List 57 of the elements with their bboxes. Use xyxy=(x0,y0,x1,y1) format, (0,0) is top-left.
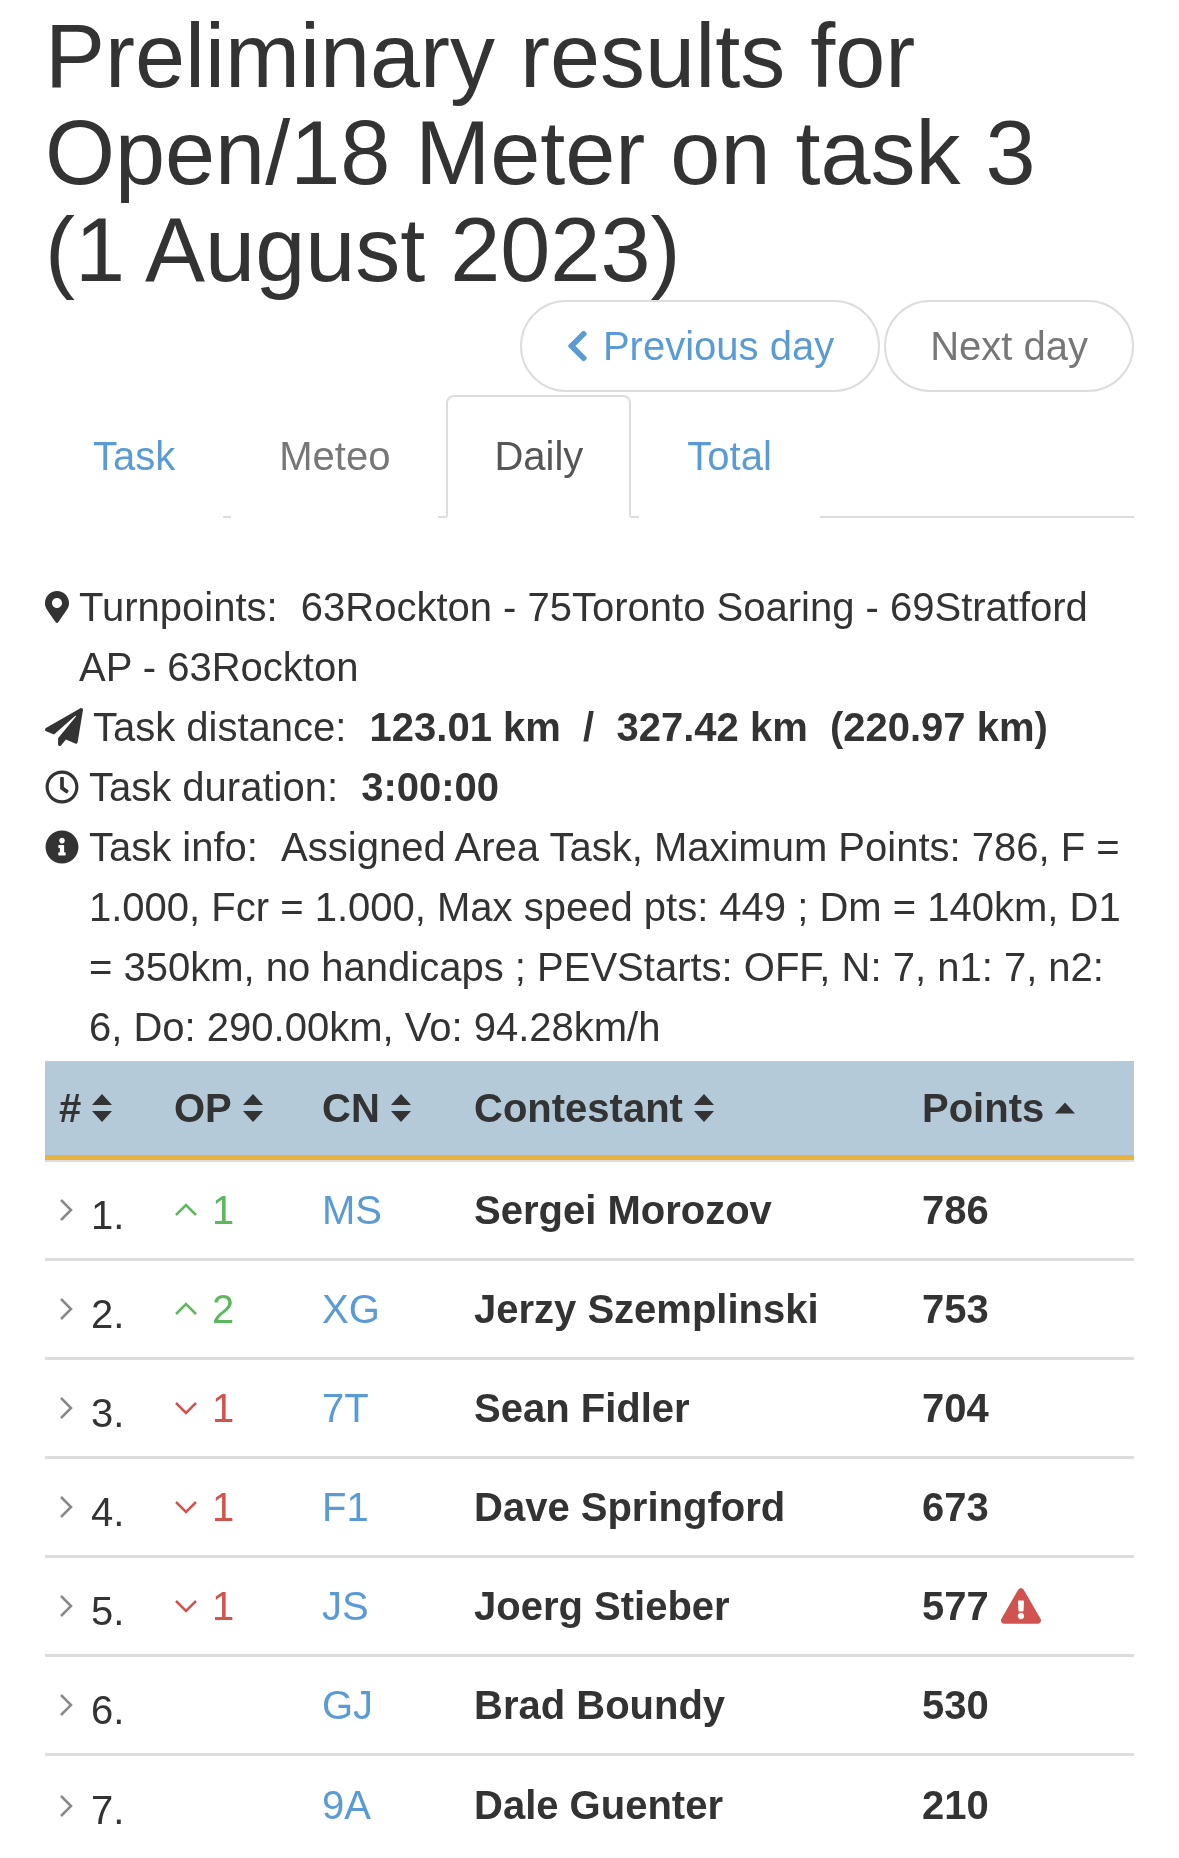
points-value: 786 xyxy=(922,1187,989,1233)
chevron-left-icon xyxy=(565,328,589,364)
rank-text: 3. xyxy=(91,1390,125,1436)
rank-text: 6. xyxy=(91,1687,125,1733)
competition-number-link[interactable]: 9A xyxy=(322,1783,371,1828)
tab[interactable]: Daily xyxy=(446,395,632,518)
info-icon xyxy=(45,830,79,864)
rank-text: 7. xyxy=(91,1788,125,1833)
rank-change-text: 1 xyxy=(212,1583,235,1629)
rank-change-text: 1 xyxy=(212,1484,235,1530)
points-value: 210 xyxy=(922,1783,989,1828)
rank-change-text: 1 xyxy=(212,1385,235,1431)
competition-number-link[interactable]: XG xyxy=(322,1286,380,1332)
contestant-name: Sean Fidler xyxy=(474,1385,690,1431)
clock-icon xyxy=(45,770,79,804)
task-detail-text: Task duration: 3:00:00 xyxy=(89,764,501,811)
points-value: 577 xyxy=(922,1583,989,1629)
points-value: 704 xyxy=(922,1385,989,1431)
rank-text: 1. xyxy=(91,1192,125,1238)
rank-text: 5. xyxy=(91,1588,125,1634)
rank-change-text: 1 xyxy=(212,1187,235,1233)
paper-plane-icon xyxy=(45,708,83,746)
column-header[interactable]: Contestant xyxy=(474,1085,715,1131)
page-title: Preliminary results for Open/18 Meter on task 3 (1 August 2023) xyxy=(45,8,1037,299)
competition-number-link[interactable]: F1 xyxy=(322,1484,369,1530)
rank-text: 4. xyxy=(91,1489,125,1535)
column-header[interactable]: Points xyxy=(922,1085,1077,1131)
competition-number-link[interactable]: GJ xyxy=(322,1682,374,1728)
contestant-name: Jerzy Szemplinski xyxy=(474,1286,819,1332)
column-header[interactable]: # xyxy=(59,1085,114,1131)
points-value: 753 xyxy=(922,1286,989,1332)
chevron-right-icon[interactable] xyxy=(59,1793,73,1818)
chevron-right-icon[interactable] xyxy=(59,1198,73,1222)
chevron-right-icon[interactable] xyxy=(59,1594,73,1618)
chevron-right-icon[interactable] xyxy=(59,1297,73,1321)
column-header[interactable]: CN xyxy=(322,1085,412,1131)
points-value: 673 xyxy=(922,1484,989,1530)
contestant-name: Dave Springford xyxy=(474,1484,786,1530)
task-detail-text: Turnpoints: 63Rockton - 75Toronto Soaring - 69Stratford AP - 63Rockton xyxy=(79,584,1089,691)
contestant-name: Joerg Stieber xyxy=(474,1583,730,1629)
competition-number-link[interactable]: 7T xyxy=(322,1385,369,1431)
chevron-right-icon[interactable] xyxy=(59,1495,73,1519)
previous-day-button[interactable]: Previous day xyxy=(519,300,881,392)
competition-number-link[interactable]: JS xyxy=(322,1583,369,1629)
contestant-name: Dale Guenter xyxy=(474,1783,723,1828)
map-pin-icon xyxy=(45,591,69,623)
column-header[interactable]: OP xyxy=(174,1085,264,1131)
chevron-right-icon[interactable] xyxy=(59,1693,73,1717)
competition-number-link[interactable]: MS xyxy=(322,1187,382,1233)
contestant-name: Brad Boundy xyxy=(474,1682,726,1728)
rank-text: 2. xyxy=(91,1291,125,1337)
points-value: 530 xyxy=(922,1682,989,1728)
task-detail-text: Task distance: 123.01 km / 327.42 km (220.97 km) xyxy=(93,704,1049,751)
chevron-right-icon[interactable] xyxy=(59,1396,73,1420)
rank-change-text: 2 xyxy=(212,1286,235,1332)
task-detail-text: Task info: Assigned Area Task, Maximum Points: 786, F = 1.000, Fcr = 1.000, Max speed pts: 449 ; Dm = 140km, D1 = 350km, no handicaps ; PEVStarts: OFF, N: 7, n1: 7, n2: 6, Do: 290.00km, Vo: 94.28km/h xyxy=(89,824,1122,1051)
contestant-name: Sergei Morozov xyxy=(474,1187,772,1233)
